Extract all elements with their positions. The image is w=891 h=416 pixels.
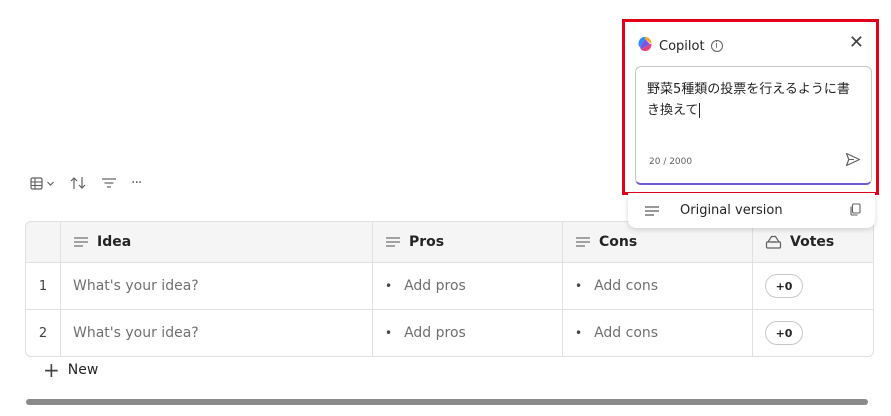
close-icon[interactable]: ✕ [849, 34, 864, 52]
header-row-number [26, 222, 60, 262]
send-icon[interactable] [845, 152, 861, 171]
copilot-prompt-box[interactable]: 野菜5種類の投票を行えるように書き換えて 20 / 2000 [635, 66, 872, 185]
view-switcher-button[interactable] [30, 176, 55, 190]
pros-placeholder: Add pros [404, 278, 466, 294]
vote-button[interactable]: +0 [765, 274, 803, 298]
bullet: • [385, 279, 393, 293]
copilot-logo-icon [637, 36, 653, 56]
row-number: 2 [38, 325, 48, 341]
copilot-panel: Copilot i ✕ 野菜5種類の投票を行えるように書き換えて 20 / 20… [622, 19, 879, 195]
sort-button[interactable] [69, 176, 87, 190]
new-row-button[interactable]: + New [43, 358, 99, 382]
row-number: 1 [38, 278, 48, 294]
column-header-votes[interactable]: Votes [752, 222, 873, 262]
idea-placeholder: What's your idea? [73, 325, 199, 341]
vote-icon [765, 235, 782, 249]
cons-cell[interactable]: • Add cons [562, 263, 752, 309]
votes-cell: +0 [752, 263, 873, 309]
new-row-label: New [67, 362, 99, 378]
column-header-label: Cons [599, 234, 638, 250]
table-row: 1 What's your idea? • Add pros • Add cons … [26, 262, 873, 309]
text-caret [699, 103, 701, 118]
column-header-label: Idea [97, 234, 132, 250]
pros-placeholder: Add pros [404, 325, 466, 341]
copilot-title: Copilot [659, 38, 705, 54]
info-icon[interactable]: i [710, 40, 723, 52]
text-lines-icon [385, 236, 401, 248]
original-version-bar[interactable]: Original version [628, 193, 875, 228]
cons-cell[interactable]: • Add cons [562, 310, 752, 356]
text-lines-icon [73, 236, 89, 248]
column-header-label: Pros [409, 234, 445, 250]
column-header-cons[interactable]: Cons [562, 222, 752, 262]
bullet: • [575, 279, 583, 293]
cons-placeholder: Add cons [594, 325, 659, 341]
prompt-text: 野菜5種類の投票を行えるように書き換えて [647, 82, 850, 118]
bullet: • [575, 326, 583, 340]
filter-button[interactable] [101, 177, 117, 189]
text-lines-icon [575, 236, 591, 248]
table-row: 2 What's your idea? • Add pros • Add cons … [26, 309, 873, 356]
vote-button[interactable]: +0 [765, 321, 803, 345]
text-lines-icon [644, 205, 660, 217]
character-count: 20 / 2000 [649, 157, 693, 167]
table-header-row: Idea Pros Cons Votes [26, 222, 873, 262]
ideas-table: Idea Pros Cons Votes 1 What's your idea?… [25, 221, 874, 357]
chevron-down-icon [46, 179, 55, 188]
table-view-icon [30, 176, 43, 190]
copy-icon[interactable] [849, 203, 861, 220]
copilot-prompt-input[interactable]: 野菜5種類の投票を行えるように書き換えて [647, 79, 861, 121]
column-header-idea[interactable]: Idea [60, 222, 372, 262]
idea-placeholder: What's your idea? [73, 278, 199, 294]
pros-cell[interactable]: • Add pros [372, 310, 562, 356]
votes-cell: +0 [752, 310, 873, 356]
idea-cell[interactable]: What's your idea? [60, 263, 372, 309]
pros-cell[interactable]: • Add pros [372, 263, 562, 309]
table-toolbar: ··· [30, 172, 142, 194]
idea-cell[interactable]: What's your idea? [60, 310, 372, 356]
column-header-label: Votes [790, 234, 835, 250]
cons-placeholder: Add cons [594, 278, 659, 294]
plus-icon: + [43, 358, 60, 382]
more-icon: ··· [131, 175, 142, 191]
filter-icon [101, 177, 117, 189]
column-header-pros[interactable]: Pros [372, 222, 562, 262]
bullet: • [385, 326, 393, 340]
horizontal-scrollbar[interactable] [26, 399, 868, 405]
more-options-button[interactable]: ··· [131, 175, 142, 191]
copilot-header: Copilot i [637, 36, 723, 56]
sort-icon [69, 176, 87, 190]
original-version-label: Original version [680, 203, 783, 218]
